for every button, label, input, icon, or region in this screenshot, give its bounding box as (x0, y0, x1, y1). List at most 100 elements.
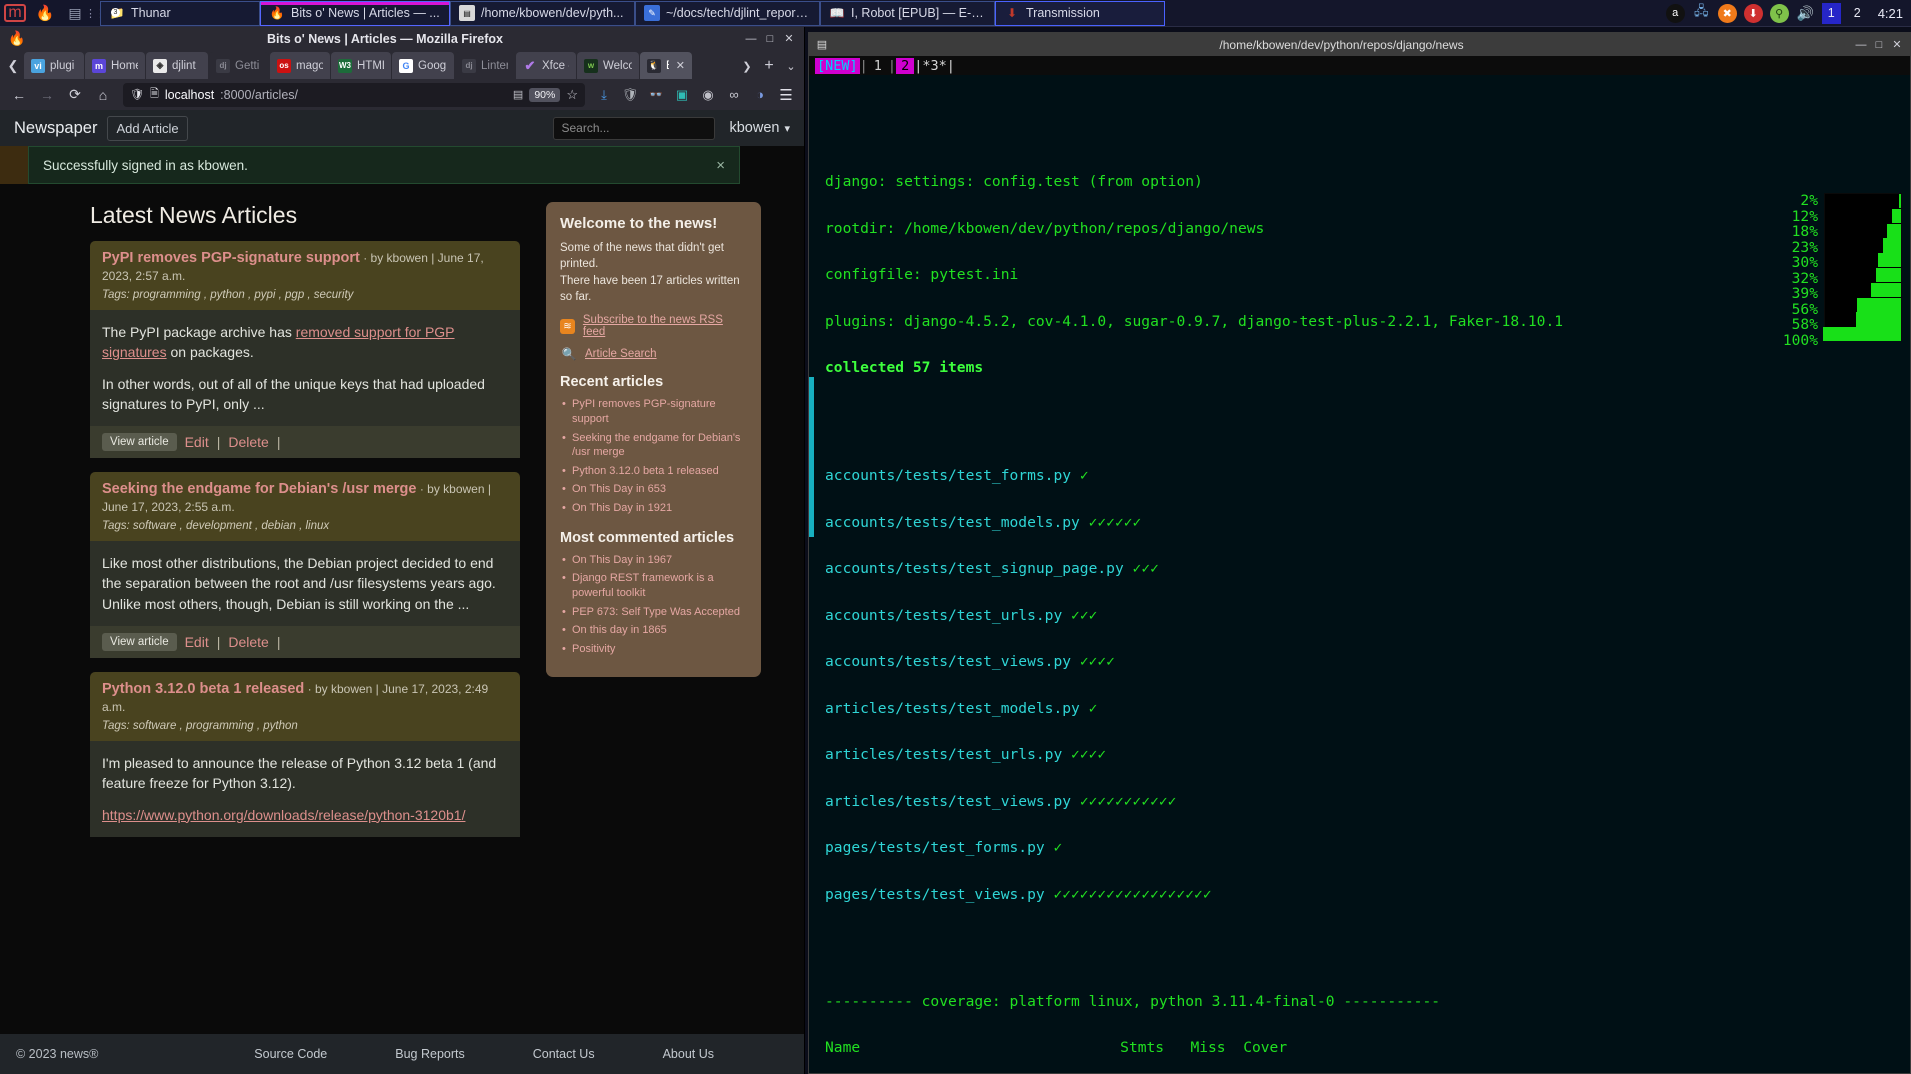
nav-add-article[interactable]: Add Article (107, 115, 188, 141)
list-item[interactable]: Django REST framework is a powerful tool… (562, 571, 747, 600)
commented-link[interactable]: On This Day in 1967 (572, 554, 672, 566)
taskbar-button-editor[interactable]: ✎ ~/docs/tech/djlint_report-... (635, 0, 820, 26)
minimize-button[interactable]: — (1852, 36, 1870, 54)
extension-icon[interactable]: ◉ (696, 83, 720, 107)
volume-tray-icon[interactable]: 🔊 (1796, 4, 1815, 23)
close-icon[interactable]: ✕ (676, 59, 685, 72)
tab-mago[interactable]: os mago (270, 52, 330, 79)
footer-link-contact-us[interactable]: Contact Us (533, 1047, 595, 1061)
tab-plugi[interactable]: vi plugi (24, 52, 84, 79)
rss-feed-link[interactable]: Subscribe to the news RSS feed (583, 314, 747, 338)
tab-xfce[interactable]: ✔ Xfce - (516, 52, 576, 79)
taskbar-button-transmission[interactable]: ⬇ Transmission (995, 0, 1165, 26)
xorg-tray-icon[interactable]: ✖ (1717, 3, 1737, 23)
recent-link[interactable]: On This Day in 653 (572, 483, 666, 495)
chevron-right-icon[interactable]: ❯ (736, 53, 758, 79)
site-search-input[interactable]: Search... (553, 116, 716, 140)
commented-link[interactable]: PEP 673: Self Type Was Accepted (572, 606, 740, 618)
mint-menu-icon[interactable]: m (0, 0, 30, 26)
footer-link-source-code[interactable]: Source Code (254, 1047, 327, 1061)
close-button[interactable]: ✕ (780, 30, 798, 48)
tab-html[interactable]: W3 HTML (331, 52, 391, 79)
sponsorblock-icon[interactable]: 👓 (644, 83, 668, 107)
edit-link[interactable]: Edit (185, 434, 209, 450)
tab-welcome[interactable]: w Welco (577, 52, 639, 79)
maximize-button[interactable]: □ (1870, 36, 1888, 54)
page-info-icon[interactable]: 🗎 (150, 85, 159, 104)
reload-button[interactable]: ⟳ (62, 83, 88, 107)
close-icon[interactable]: × (716, 157, 725, 174)
footer-link-about-us[interactable]: About Us (663, 1047, 714, 1061)
recent-link[interactable]: Python 3.12.0 beta 1 released (572, 465, 719, 477)
taskbar-button-thunar[interactable]: 📁3 Thunar (100, 0, 260, 26)
new-tab-button[interactable]: + (758, 53, 780, 79)
article-title-link[interactable]: Seeking the endgame for Debian's /usr me… (102, 481, 416, 497)
taskbar-button-ebook[interactable]: 📖 I, Robot [EPUB] — E-book ... (820, 0, 995, 26)
update-manager-tray-icon[interactable]: ⬇ (1743, 3, 1763, 23)
list-item[interactable]: Positivity (562, 642, 747, 657)
maximize-button[interactable]: □ (761, 30, 779, 48)
workspace-2[interactable]: 2 (1848, 3, 1867, 24)
edit-link[interactable]: Edit (185, 634, 209, 650)
address-bar[interactable]: 🛡 🗎 localhost:8000/articles/ ▤ 90% ☆ (123, 82, 585, 107)
terminal-titlebar[interactable]: ▤ /home/kbowen/dev/python/repos/django/n… (809, 33, 1910, 56)
tab-bits-active[interactable]: 🐧 Bits ✕ (640, 52, 692, 79)
delete-link[interactable]: Delete (228, 434, 268, 450)
rss-feed-row[interactable]: ≋ Subscribe to the news RSS feed (560, 314, 747, 338)
minimize-button[interactable]: — (742, 30, 760, 48)
footer-link-bug-reports[interactable]: Bug Reports (395, 1047, 464, 1061)
list-item[interactable]: On This Day in 653 (562, 482, 747, 497)
firefox-titlebar[interactable]: 🔥 Bits o' News | Articles — Mozilla Fire… (0, 27, 804, 50)
commented-link[interactable]: Django REST framework is a powerful tool… (572, 572, 714, 599)
downloads-icon[interactable]: ⤓ (592, 83, 616, 107)
article-title-link[interactable]: PyPI removes PGP-signature support (102, 250, 360, 266)
tab-google[interactable]: G Goog (392, 52, 454, 79)
article-title-link[interactable]: Python 3.12.0 beta 1 released (102, 681, 304, 697)
tab-scroll-left-button[interactable]: ❮ (2, 53, 24, 79)
tmux-window-1[interactable]: 1 (868, 58, 888, 74)
ublock-origin-icon[interactable]: 🛡 (618, 83, 642, 107)
recent-link[interactable]: Seeking the endgame for Debian's /usr me… (572, 432, 740, 459)
tmux-new-label[interactable]: [NEW] (815, 57, 860, 74)
transmission-tray-icon[interactable]: ⚲ (1769, 3, 1789, 23)
menu-icon[interactable]: ☰ (774, 83, 798, 107)
tab-getting[interactable]: dj Getti (209, 52, 269, 79)
scrollbar-thumb[interactable] (809, 377, 814, 537)
taskbar-button-firefox[interactable]: 🔥 Bits o' News | Articles — ... (260, 0, 450, 26)
list-item[interactable]: Python 3.12.0 beta 1 released (562, 464, 747, 479)
link-icon[interactable]: ∞ (722, 83, 746, 107)
list-item[interactable]: On This Day in 1921 (562, 501, 747, 516)
tab-home[interactable]: m Home (85, 52, 145, 79)
commented-link[interactable]: Positivity (572, 643, 615, 655)
reader-mode-icon[interactable]: ▤ (513, 88, 523, 101)
view-article-button[interactable]: View article (102, 633, 177, 652)
clock[interactable]: 4:21 (1874, 6, 1903, 21)
article-url-link[interactable]: https://www.python.org/downloads/release… (102, 807, 465, 823)
list-item[interactable]: Seeking the endgame for Debian's /usr me… (562, 431, 747, 460)
forward-button[interactable]: → (34, 83, 60, 107)
close-button[interactable]: ✕ (1888, 36, 1906, 54)
recent-link[interactable]: On This Day in 1921 (572, 502, 672, 514)
home-button[interactable]: ⌂ (90, 83, 116, 107)
taskbar-button-terminal[interactable]: ▤ /home/kbowen/dev/pyth... (450, 0, 635, 26)
zoom-level-badge[interactable]: 90% (529, 87, 561, 102)
account-icon[interactable]: ◑ (748, 83, 772, 107)
view-article-button[interactable]: View article (102, 433, 177, 452)
list-item[interactable]: PyPI removes PGP-signature support (562, 397, 747, 426)
terminal-output[interactable]: django: settings: config.test (from opti… (809, 75, 1910, 1073)
article-search-row[interactable]: 🔍 Article Search (560, 347, 747, 361)
tab-linter[interactable]: dj Linter (455, 52, 515, 79)
chevron-down-icon[interactable]: ⌄ (780, 53, 802, 79)
bitwarden-icon[interactable]: ▣ (670, 83, 694, 107)
terminal-scrollbar[interactable] (809, 117, 814, 1073)
audacious-tray-icon[interactable]: a (1665, 3, 1685, 23)
list-item[interactable]: PEP 673: Self Type Was Accepted (562, 605, 747, 620)
list-item[interactable]: On This Day in 1967 (562, 553, 747, 568)
tmux-window-2[interactable]: 2 (896, 57, 915, 74)
site-brand[interactable]: Newspaper (14, 119, 97, 138)
article-search-link[interactable]: Article Search (585, 348, 657, 360)
commented-link[interactable]: On this day in 1865 (572, 624, 667, 636)
user-menu-button[interactable]: kbowen ▾ (729, 120, 790, 136)
bookmark-star-icon[interactable]: ☆ (566, 87, 578, 103)
tab-djlint[interactable]: ◈ djlint (146, 52, 208, 79)
